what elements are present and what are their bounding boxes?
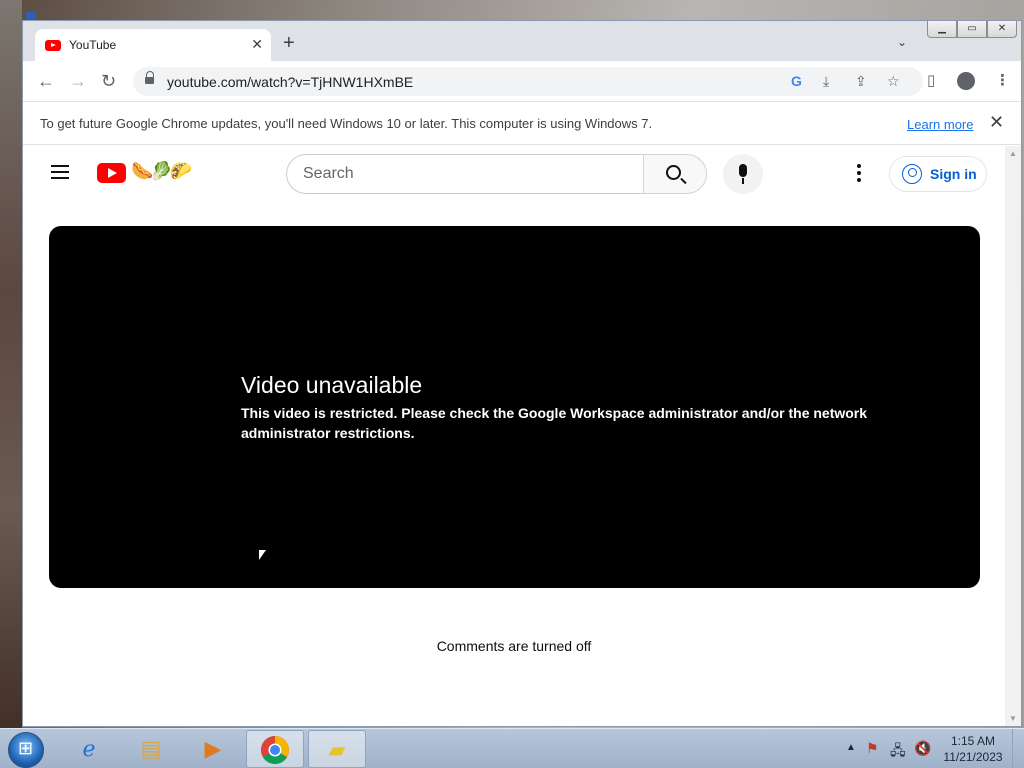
show-desktop-button[interactable] [1012, 729, 1024, 768]
voice-search-button[interactable] [723, 154, 763, 194]
search-icon [666, 165, 681, 180]
tab-strip: YouTube ✕ + ⌄ ▁ ▭ ✕ [23, 21, 1021, 61]
share-icon[interactable]: ⇪ [855, 73, 867, 90]
url-text[interactable]: youtube.com/watch?v=TjHNW1HXmBE [167, 74, 413, 90]
youtube-favicon-icon [45, 40, 61, 51]
file-explorer-icon[interactable]: ▤ [122, 730, 180, 768]
address-bar[interactable]: youtube.com/watch?v=TjHNW1HXmBE G ⤓ ⇪ ☆ [133, 67, 923, 96]
side-panel-icon[interactable]: ▯ [927, 71, 935, 89]
browser-toolbar: ← → ↻ youtube.com/watch?v=TjHNW1HXmBE G … [23, 61, 1021, 101]
microphone-icon [739, 164, 747, 177]
clock-time: 1:15 AM [950, 734, 996, 748]
minimize-button[interactable]: ▁ [927, 21, 957, 38]
youtube-doodle-icon[interactable]: 🌭🥬🌮 [131, 161, 192, 182]
maximize-button[interactable]: ▭ [957, 21, 987, 38]
system-clock[interactable]: 1:15 AM 11/21/2023 [940, 733, 1006, 765]
page-scrollbar[interactable]: ▲ ▼ [1005, 146, 1021, 726]
search-button[interactable] [643, 154, 707, 194]
volume-muted-icon[interactable]: 🔇 [914, 740, 931, 757]
mouse-cursor-icon [258, 548, 268, 562]
menu-icon[interactable]: ⋮ [995, 71, 1010, 89]
window-controls: ▁ ▭ ✕ [927, 21, 1017, 39]
chrome-taskbar-button[interactable] [246, 730, 304, 768]
learn-more-link[interactable]: Learn more [907, 117, 973, 132]
youtube-logo[interactable] [97, 163, 126, 183]
windows-taskbar: ℯ ▤ ▶ ▰ ▲ ⚑ 🖧 🔇 1:15 AM 11/21/2023 [0, 728, 1024, 768]
sticky-notes-icon[interactable]: ▰ [308, 730, 366, 768]
search-box [286, 154, 644, 194]
video-player[interactable]: Video unavailable This video is restrict… [49, 226, 980, 588]
scroll-down-icon[interactable]: ▼ [1009, 714, 1017, 723]
update-infobar: To get future Google Chrome updates, you… [23, 101, 1021, 145]
player-error-heading: Video unavailable [241, 372, 423, 398]
reload-icon[interactable]: ↻ [101, 71, 116, 91]
network-icon[interactable]: 🖧 [890, 740, 906, 764]
sign-in-button[interactable]: Sign in [889, 156, 987, 192]
tab-title: YouTube [69, 38, 117, 52]
youtube-page: 🌭🥬🌮 Sign in Video unavailable This video… [23, 146, 1005, 726]
clock-date: 11/21/2023 [943, 750, 1003, 764]
player-error-message: This video is restricted. Please check t… [241, 405, 868, 441]
google-lens-icon[interactable]: G [791, 73, 802, 89]
hamburger-menu-icon[interactable] [51, 165, 69, 179]
infobar-message: To get future Google Chrome updates, you… [40, 116, 653, 131]
new-tab-button[interactable]: + [283, 33, 295, 53]
desktop-wallpaper-strip [0, 0, 22, 728]
search-input[interactable] [303, 165, 623, 183]
tab-youtube[interactable]: YouTube ✕ [35, 29, 271, 61]
lock-icon[interactable] [145, 71, 154, 85]
bookmark-star-icon[interactable]: ☆ [887, 73, 900, 90]
tab-close-icon[interactable]: ✕ [251, 36, 263, 53]
infobar-close-icon[interactable]: ✕ [989, 112, 1004, 133]
chrome-icon [261, 736, 289, 764]
tab-search-chevron-icon[interactable]: ⌄ [897, 35, 907, 49]
action-center-flag-icon[interactable]: ⚑ [866, 740, 879, 757]
internet-explorer-icon[interactable]: ℯ [60, 730, 118, 768]
forward-icon[interactable]: → [69, 71, 87, 91]
close-window-button[interactable]: ✕ [987, 21, 1017, 38]
comments-status: Comments are turned off [436, 638, 592, 654]
microphone-stand [742, 178, 744, 184]
tray-expand-icon[interactable]: ▲ [846, 742, 856, 753]
settings-kebab-icon[interactable] [857, 164, 861, 185]
account-icon [902, 164, 922, 184]
profile-icon[interactable] [957, 72, 975, 90]
scroll-up-icon[interactable]: ▲ [1009, 149, 1017, 158]
media-player-icon[interactable]: ▶ [184, 730, 242, 768]
start-button[interactable] [8, 732, 44, 768]
chrome-window: YouTube ✕ + ⌄ ▁ ▭ ✕ ← → ↻ youtube.com/wa… [22, 20, 1022, 727]
install-icon[interactable]: ⤓ [823, 73, 829, 90]
back-icon[interactable]: ← [37, 71, 55, 91]
sign-in-label: Sign in [930, 166, 977, 182]
